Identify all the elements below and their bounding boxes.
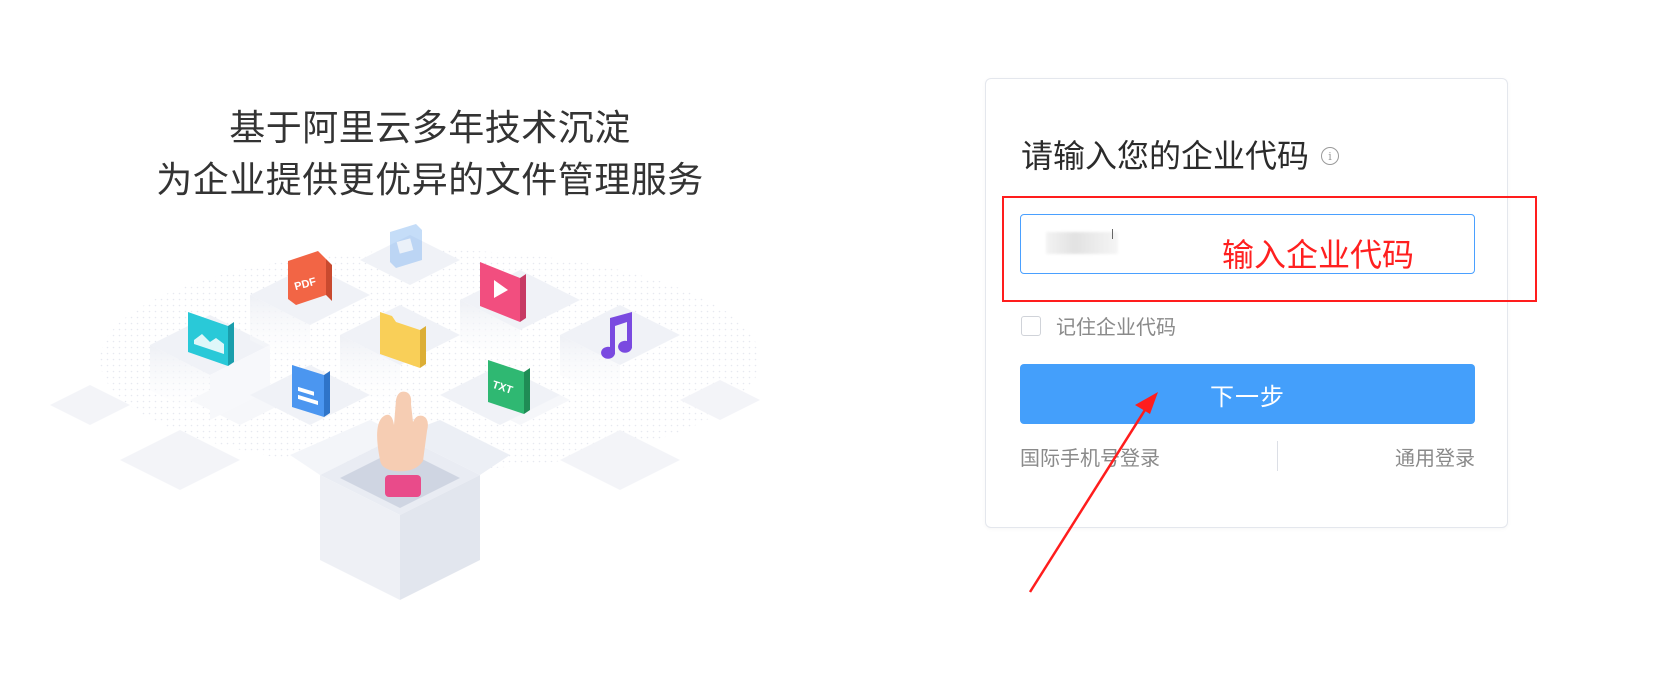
info-icon[interactable]: i [1321,147,1340,165]
alternate-login-links: 国际手机号登录 通用登录 [1020,439,1475,473]
promo-line-1: 基于阿里云多年技术沉淀 [229,108,631,149]
promo-headline: 基于阿里云多年技术沉淀 为企业提供更优异的文件管理服务 [120,103,740,207]
card-title: 请输入您的企业代码 [1021,137,1310,175]
remember-checkbox[interactable] [1021,315,1041,336]
enterprise-login-card: 请输入您的企业代码 i 记住企业代码 下一步 国际手机号登录 通用登录 [985,78,1508,528]
card-heading: 请输入您的企业代码 i [1021,131,1340,177]
file-types-illustration: PDF TXT [50,224,760,600]
intl-phone-login-link[interactable]: 国际手机号登录 [1020,442,1160,471]
annotation-text: 输入企业代码 [1222,236,1415,274]
remember-label: 记住企业代码 [1056,315,1176,339]
login-page: 基于阿里云多年技术沉淀 为企业提供更优异的文件管理服务 PDF TXT 请输入您… [0,0,1665,687]
general-login-link[interactable]: 通用登录 [1395,442,1475,471]
file-icon [390,224,422,268]
next-step-button[interactable]: 下一步 [1020,364,1475,424]
promo-line-2: 为企业提供更优异的文件管理服务 [156,160,704,201]
link-divider [1276,441,1279,471]
remember-code-option[interactable]: 记住企业代码 [1021,311,1176,340]
